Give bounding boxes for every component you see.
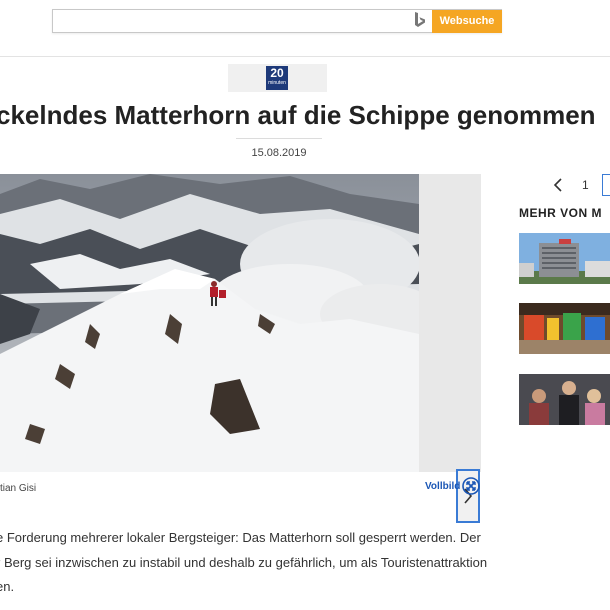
pager-next-button[interactable] xyxy=(602,174,610,196)
fullscreen-icon[interactable] xyxy=(462,477,480,495)
pager-page-number[interactable]: 1 xyxy=(582,178,589,192)
article-line: en. xyxy=(0,579,15,594)
article-line: r Berg sei inzwischen zu instabil und de… xyxy=(0,554,488,570)
chevron-left-icon[interactable] xyxy=(550,176,568,194)
fullscreen-link[interactable]: Vollbild xyxy=(425,481,460,492)
article-photo-matterhorn[interactable] xyxy=(0,174,419,472)
top-bar: Websuche xyxy=(0,0,610,57)
search-input[interactable] xyxy=(53,10,413,32)
article-line: e Forderung mehrerer lokaler Bergsteiger… xyxy=(0,530,481,545)
article-date: 15.08.2019 xyxy=(251,147,307,159)
bing-icon xyxy=(415,12,425,27)
20-minuten-logo: 20 minuten xyxy=(266,66,288,90)
photo-caption: tian Gisi xyxy=(0,483,37,494)
thumbnail-playground[interactable] xyxy=(519,303,610,354)
photo-gallery xyxy=(0,174,481,523)
source-logo[interactable]: 20 minuten xyxy=(228,64,327,92)
divider xyxy=(236,138,322,139)
article-body: e Forderung mehrerer lokaler Bergsteiger… xyxy=(0,526,556,600)
more-from-heading: MEHR VON M xyxy=(519,206,602,220)
thumbnail-building[interactable] xyxy=(519,233,610,284)
article-headline: ckelndes Matterhorn auf die Schippe geno… xyxy=(0,100,596,130)
thumbnail-people[interactable] xyxy=(519,374,610,425)
web-search-button[interactable]: Websuche xyxy=(432,10,502,33)
